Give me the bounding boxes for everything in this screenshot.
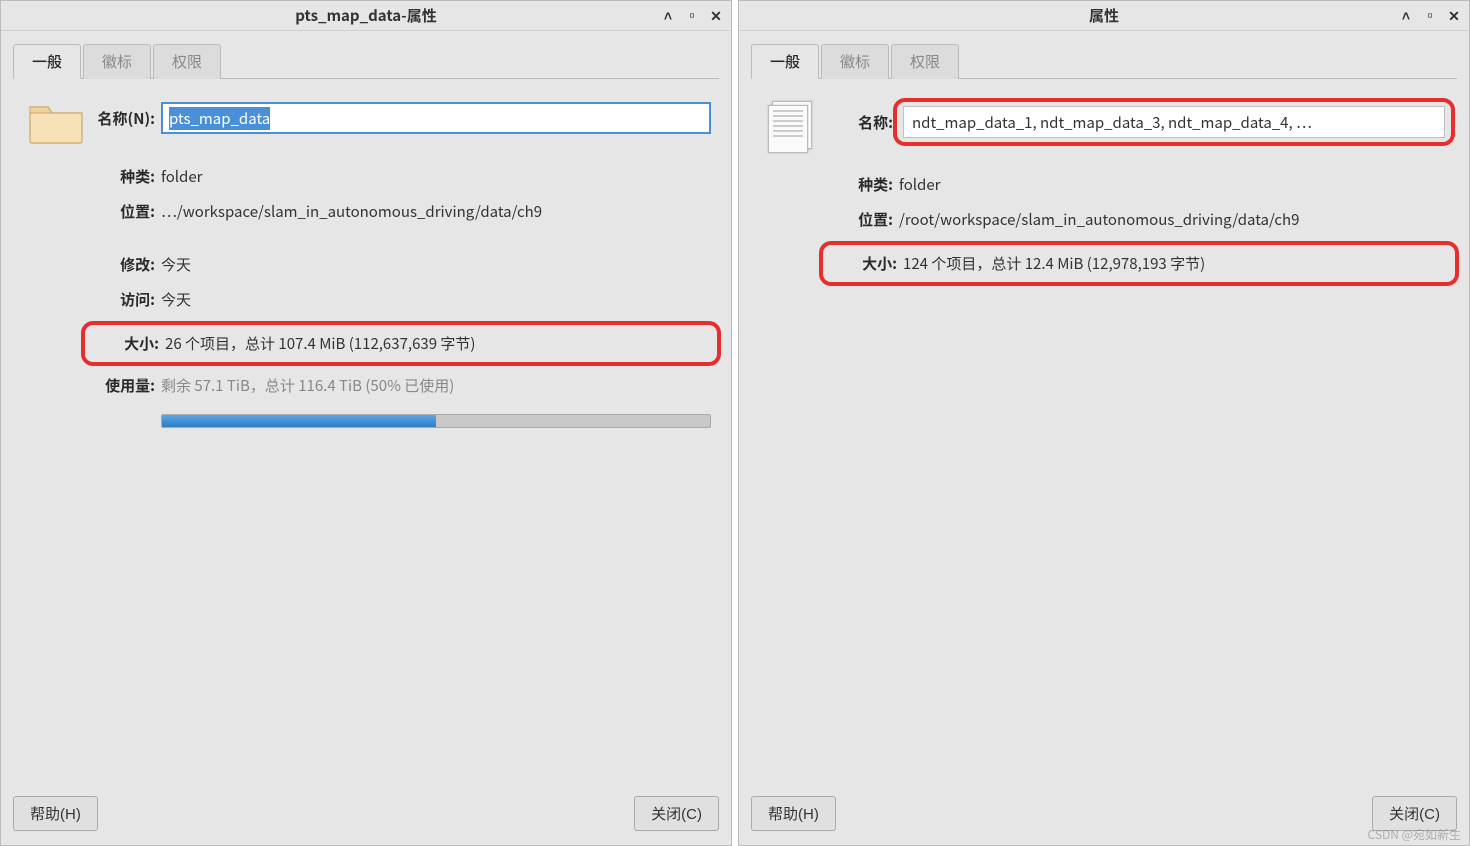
location-value: …/workspace/slam_in_autonomous_driving/d… (161, 201, 711, 222)
accessed-label: 访问: (91, 289, 161, 310)
close-icon[interactable]: ✕ (707, 7, 725, 25)
titlebar[interactable]: 属性 ˄ ▫ ✕ (739, 1, 1469, 31)
size-label: 大小: (833, 253, 903, 274)
kind-value: folder (161, 166, 711, 187)
accessed-value: 今天 (161, 289, 711, 310)
kind-label: 种类: (91, 166, 161, 187)
tab-general[interactable]: 一般 (13, 44, 81, 79)
size-label: 大小: (95, 333, 165, 354)
close-icon[interactable]: ✕ (1445, 7, 1463, 25)
size-highlight: 大小: 26 个项目，总计 107.4 MiB (112,637,639 字节) (81, 321, 721, 366)
tabs: 一般 徽标 权限 (13, 43, 719, 79)
name-input[interactable]: pts_map_data (161, 102, 711, 134)
tab-general[interactable]: 一般 (751, 44, 819, 79)
tab-permissions[interactable]: 权限 (891, 44, 959, 79)
properties-window-left: pts_map_data-属性 ˄ ▫ ✕ 一般 徽标 权限 名称(N): pt… (0, 0, 732, 846)
footer: 帮助(H) 关闭(C) (1, 786, 731, 845)
properties-window-right: 属性 ˄ ▫ ✕ 一般 徽标 权限 (738, 0, 1470, 846)
close-button[interactable]: 关闭(C) (634, 796, 719, 831)
maximize-icon[interactable]: ▫ (683, 7, 701, 25)
location-label: 位置: (91, 201, 161, 222)
window-title: 属性 (1089, 5, 1119, 26)
location-label: 位置: (829, 209, 899, 230)
tab-emblems[interactable]: 徽标 (821, 44, 889, 79)
tab-content: 名称(N): pts_map_data 种类: folder 位置: …/wor… (1, 79, 731, 786)
modified-label: 修改: (91, 254, 161, 275)
file-icon (759, 99, 829, 155)
usage-text: 剩余 57.1 TiB，总计 116.4 TiB (50% 已使用) (161, 375, 711, 396)
name-label: 名称(N): (91, 108, 161, 129)
location-value: /root/workspace/slam_in_autonomous_drivi… (899, 209, 1449, 230)
kind-value: folder (899, 174, 1449, 195)
tab-emblems[interactable]: 徽标 (83, 44, 151, 79)
maximize-icon[interactable]: ▫ (1421, 7, 1439, 25)
minimize-icon[interactable]: ˄ (659, 7, 677, 25)
size-value: 26 个项目，总计 107.4 MiB (112,637,639 字节) (165, 333, 707, 354)
tab-permissions[interactable]: 权限 (153, 44, 221, 79)
footer: 帮助(H) 关闭(C) (739, 786, 1469, 845)
name-highlight: ndt_map_data_1, ndt_map_data_3, ndt_map_… (893, 98, 1455, 146)
minimize-icon[interactable]: ˄ (1397, 7, 1415, 25)
tabs: 一般 徽标 权限 (751, 43, 1457, 79)
modified-value: 今天 (161, 254, 711, 275)
size-highlight: 大小: 124 个项目，总计 12.4 MiB (12,978,193 字节) (819, 241, 1459, 286)
name-label: 名称: (829, 112, 899, 133)
usage-label: 使用量: (91, 375, 161, 396)
name-display: ndt_map_data_1, ndt_map_data_3, ndt_map_… (903, 106, 1445, 138)
close-button[interactable]: 关闭(C) (1372, 796, 1457, 831)
kind-label: 种类: (829, 174, 899, 195)
folder-icon (21, 99, 91, 145)
window-controls: ˄ ▫ ✕ (1397, 1, 1463, 30)
window-title: pts_map_data-属性 (295, 5, 436, 26)
window-controls: ˄ ▫ ✕ (659, 1, 725, 30)
tab-content: 名称: ndt_map_data_1, ndt_map_data_3, ndt_… (739, 79, 1469, 786)
usage-progress-fill (162, 415, 436, 427)
usage-progress (161, 414, 711, 428)
help-button[interactable]: 帮助(H) (751, 796, 836, 831)
help-button[interactable]: 帮助(H) (13, 796, 98, 831)
titlebar[interactable]: pts_map_data-属性 ˄ ▫ ✕ (1, 1, 731, 31)
size-value: 124 个项目，总计 12.4 MiB (12,978,193 字节) (903, 253, 1445, 274)
